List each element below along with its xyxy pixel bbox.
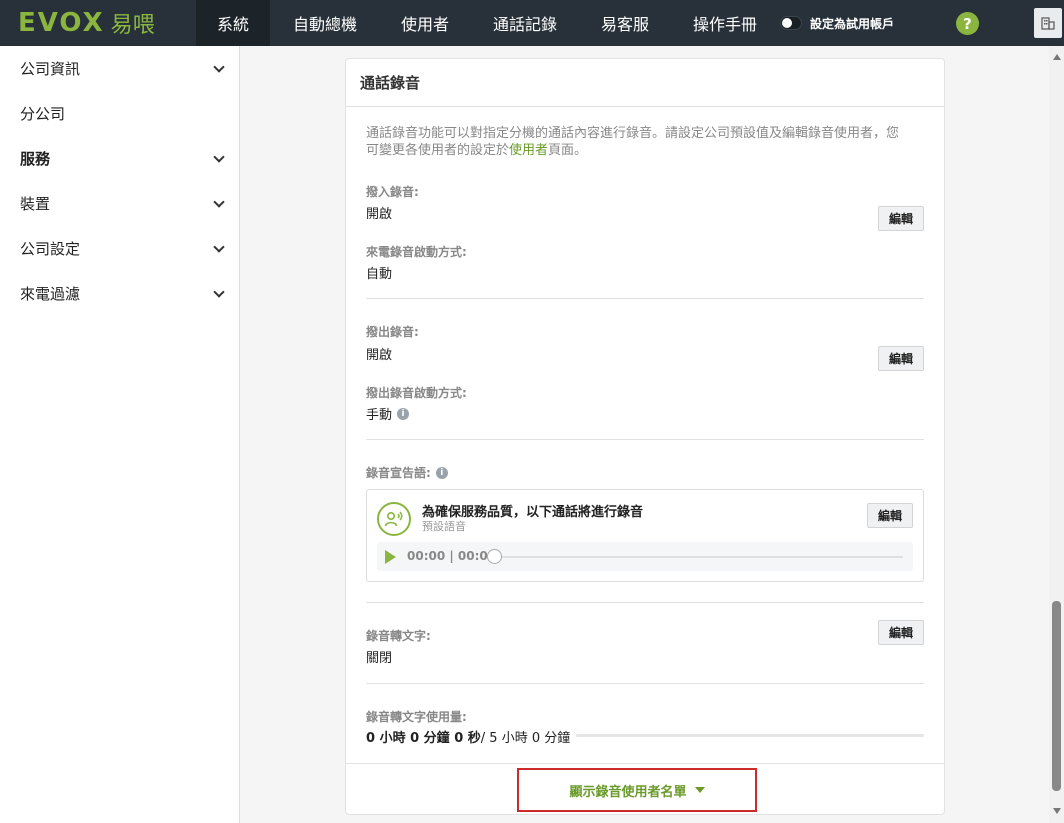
announcement-label: 錄音宣告語: <box>366 466 431 480</box>
divider <box>366 439 924 440</box>
usage-label: 錄音轉文字使用量: <box>366 710 467 724</box>
show-recording-users-label: 顯示錄音使用者名單 <box>569 784 687 800</box>
caret-down-icon <box>694 787 705 793</box>
announcement-subtitle: 預設語音 <box>422 520 466 533</box>
play-icon[interactable] <box>385 550 396 564</box>
divider <box>366 602 924 603</box>
logo-text: EVOX <box>18 8 105 38</box>
trial-account-label: 設定為試用帳戶 <box>810 16 895 31</box>
trial-account-toggle[interactable] <box>780 16 802 30</box>
card-description: 通話錄音功能可以對指定分機的通話內容進行錄音。請設定公司預設值及編輯錄音使用者，… <box>366 125 911 159</box>
show-recording-users-button[interactable]: 顯示錄音使用者名單 <box>517 768 757 812</box>
nav-call-logs[interactable]: 通話記錄 <box>470 0 580 46</box>
page-scrollbar[interactable] <box>1049 46 1064 823</box>
nav-users[interactable]: 使用者 <box>380 0 470 46</box>
card-title: 通話錄音 <box>346 59 944 107</box>
usage-value: 0 小時 0 分鐘 0 秒/ 5 小時 0 分鐘 <box>366 727 570 746</box>
chevron-down-icon <box>213 195 225 208</box>
users-page-link[interactable]: 使用者 <box>509 143 548 158</box>
outbound-recording-value: 開啟 <box>366 348 393 363</box>
scrollbar-thumb[interactable] <box>1052 601 1061 791</box>
chevron-down-icon <box>213 240 225 253</box>
logo-chinese: 易喂 <box>110 13 155 38</box>
announcement-label-row: 錄音宣告語: i <box>366 464 448 481</box>
nav-auto-attendant[interactable]: 自動總機 <box>270 0 380 46</box>
sidebar-item-services[interactable]: 服務 <box>0 136 239 181</box>
outbound-trigger-value: 手動 <box>366 408 393 423</box>
edit-transcription-button[interactable]: 編輯 <box>878 620 924 645</box>
sidebar-item-label: 公司設定 <box>20 240 81 258</box>
nav-easy-service[interactable]: 易客服 <box>580 0 670 46</box>
sidebar-item-label: 分公司 <box>20 105 66 123</box>
sidebar-item-label: 來電過濾 <box>20 285 81 303</box>
audio-progress-track[interactable] <box>489 556 903 558</box>
divider <box>366 683 924 684</box>
sidebar-item-label: 公司資訊 <box>20 60 81 78</box>
scroll-down-arrow-icon[interactable] <box>1053 808 1061 814</box>
brand-logo[interactable]: EVOX 易喂 <box>0 0 196 46</box>
company-switch-button[interactable] <box>1034 8 1062 38</box>
audio-progress-knob[interactable] <box>487 549 502 564</box>
description-suffix: 頁面。 <box>548 143 588 158</box>
info-icon[interactable]: i <box>435 466 448 479</box>
usage-used: 0 小時 0 分鐘 0 秒 <box>366 731 481 746</box>
audio-player: 00:00 | 00:03 <box>377 542 913 571</box>
chevron-down-icon <box>213 60 225 73</box>
chevron-down-icon <box>213 150 225 163</box>
nav-system[interactable]: 系統 <box>196 0 270 46</box>
edit-announcement-button[interactable]: 編輯 <box>867 503 913 528</box>
inbound-trigger-value: 自動 <box>366 267 393 282</box>
inbound-recording-value: 開啟 <box>366 207 393 222</box>
sidebar-item-call-filter[interactable]: 來電過濾 <box>0 271 239 316</box>
sidebar-item-branches[interactable]: 分公司 <box>0 91 239 136</box>
sidebar-item-company-info[interactable]: 公司資訊 <box>0 46 239 91</box>
transcription-label: 錄音轉文字: <box>366 629 431 643</box>
sidebar-item-label: 服務 <box>20 150 51 168</box>
usage-progress-bar <box>576 734 924 737</box>
edit-outbound-button[interactable]: 編輯 <box>878 346 924 371</box>
outbound-recording-label: 撥出錄音: <box>366 325 419 339</box>
call-recording-card: 通話錄音 通話錄音功能可以對指定分機的通話內容進行錄音。請設定公司預設值及編輯錄… <box>345 58 945 815</box>
edit-inbound-button[interactable]: 編輯 <box>878 206 924 231</box>
inbound-recording-label: 撥入錄音: <box>366 185 419 199</box>
sidebar-item-devices[interactable]: 裝置 <box>0 181 239 226</box>
transcription-value: 關閉 <box>366 651 393 666</box>
description-text: 通話錄音功能可以對指定分機的通話內容進行錄音。請設定公司預設值及編輯錄音使用者，… <box>366 126 900 158</box>
main-content: 通話錄音 通話錄音功能可以對指定分機的通話內容進行錄音。請設定公司預設值及編輯錄… <box>241 46 1049 823</box>
nav-manual[interactable]: 操作手冊 <box>670 0 780 46</box>
info-icon[interactable]: i <box>397 407 410 420</box>
sidebar: 公司資訊 分公司 服務 裝置 公司設定 來電過濾 <box>0 46 240 823</box>
voice-announcement-icon <box>377 502 411 536</box>
help-icon[interactable]: ? <box>956 12 979 35</box>
sidebar-item-company-settings[interactable]: 公司設定 <box>0 226 239 271</box>
divider <box>346 763 944 764</box>
usage-total: / 5 小時 0 分鐘 <box>480 731 571 746</box>
scroll-up-arrow-icon[interactable] <box>1053 54 1061 60</box>
audio-time: 00:00 | 00:03 <box>407 549 497 563</box>
building-icon <box>1041 17 1055 30</box>
divider <box>366 298 924 299</box>
inbound-trigger-label: 來電錄音啟動方式: <box>366 245 467 259</box>
announcement-box: 為確保服務品質，以下通話將進行錄音 預設語音 編輯 00:00 | 00:03 <box>366 489 924 582</box>
trial-account-toggle-wrap: 設定為試用帳戶 <box>780 15 894 32</box>
outbound-trigger-row: 手動 i <box>366 404 410 423</box>
top-navbar: EVOX 易喂 系統 自動總機 使用者 通話記錄 易客服 操作手冊 設定為試用帳… <box>0 0 1064 46</box>
chevron-down-icon <box>213 285 225 298</box>
sidebar-item-label: 裝置 <box>20 195 51 213</box>
outbound-trigger-label: 撥出錄音啟動方式: <box>366 386 467 400</box>
